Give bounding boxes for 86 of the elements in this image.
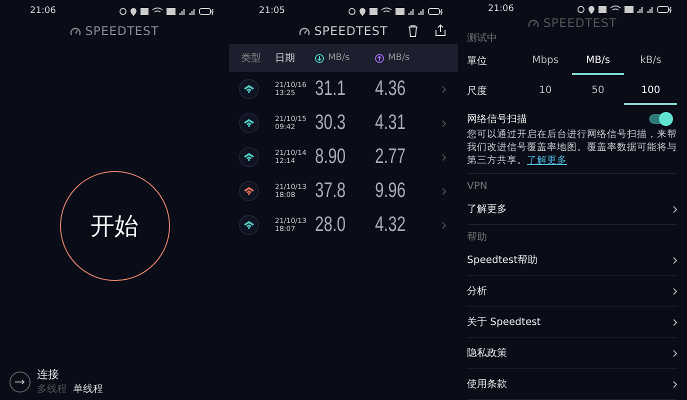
settings-item[interactable]: 了解更多 [467, 194, 677, 224]
unit-option[interactable]: MB/s [572, 48, 624, 74]
app-title: SPEEDTEST [314, 24, 388, 38]
gauge-icon [528, 18, 540, 28]
app-title: SPEEDTEST [543, 16, 617, 30]
scale-option[interactable]: 100 [624, 78, 678, 104]
unit-option[interactable]: kB/s [624, 48, 678, 74]
delete-icon[interactable] [408, 25, 418, 37]
battery-icon [657, 4, 673, 14]
item-label: Speedtest帮助 [467, 254, 538, 267]
signal-icon [408, 6, 415, 16]
chevron-icon [673, 350, 677, 356]
signal-icon [637, 4, 644, 14]
upload-speed: 9.96 [375, 179, 407, 203]
wifi-status-icon [381, 6, 392, 16]
scale-option[interactable]: 50 [572, 78, 624, 104]
section-label: VPN [467, 180, 488, 194]
setting-label: 网络信号扫描 [467, 112, 527, 126]
signal-icon [647, 4, 654, 14]
gauge-icon [299, 26, 310, 36]
chevron-icon [673, 380, 677, 388]
scale-option[interactable]: 10 [519, 78, 572, 104]
status-time: 21:06 [30, 6, 56, 16]
download-speed: 28.0 [315, 213, 347, 237]
scan-toggle[interactable] [649, 114, 671, 124]
location-icon [588, 4, 595, 14]
status-time: 21:05 [259, 6, 285, 16]
download-speed: 8.90 [315, 145, 347, 169]
alarm-icon [119, 6, 127, 16]
item-label: 了解更多 [467, 203, 507, 216]
location-icon [359, 6, 366, 16]
download-icon [315, 54, 324, 62]
download-speed: 30.3 [315, 111, 347, 135]
setting-label: 尺度 [467, 84, 488, 98]
section-label: 帮助 [467, 231, 488, 245]
alarm-icon [348, 6, 356, 16]
item-label: 隐私政策 [467, 347, 507, 360]
unit-option[interactable]: Mbps [519, 48, 572, 74]
upload-speed: 4.32 [375, 213, 407, 237]
chevron-icon[interactable] [442, 222, 446, 228]
column-header[interactable]: 日期 [275, 51, 315, 65]
chevron-icon[interactable] [442, 188, 446, 194]
connection-label: 连接 [37, 367, 60, 382]
upload-icon [375, 54, 384, 62]
item-label: 使用条款 [467, 378, 507, 391]
upload-speed: 4.36 [375, 77, 407, 101]
status-time: 21:06 [488, 4, 514, 14]
signal-icon [418, 6, 425, 16]
battery-icon [428, 6, 444, 16]
share-icon[interactable] [435, 24, 446, 36]
settings-item[interactable]: Speedtest帮助 [467, 245, 677, 275]
column-header[interactable]: MB/s [388, 53, 410, 63]
item-label: 分析 [467, 284, 487, 298]
alarm-icon [577, 4, 585, 14]
gauge-icon [70, 26, 82, 36]
chevron-icon [673, 318, 677, 326]
chevron-icon[interactable] [442, 120, 446, 126]
settings-item[interactable]: 关于 Speedtest [467, 306, 677, 337]
upload-speed: 4.31 [375, 111, 407, 135]
settings-item[interactable]: 使用条款 [467, 368, 677, 399]
download-speed: 31.1 [315, 77, 347, 101]
start-button[interactable]: 开始 [60, 170, 170, 280]
chevron-icon [673, 288, 677, 294]
upload-speed: 2.77 [375, 145, 407, 169]
chevron-icon [673, 206, 677, 212]
settings-item[interactable]: 分析 [467, 275, 677, 306]
column-header[interactable]: MB/s [328, 53, 350, 63]
setting-label: 單位 [467, 55, 488, 68]
battery-icon [199, 6, 215, 16]
chevron-icon[interactable] [442, 86, 446, 92]
scan-description: 您可以通过开启在后台进行网络信号扫描，来帮我们改进信号覆盖率地图。覆盖率数据可能将与第三方共享。了解更多 [467, 128, 677, 174]
download-speed: 37.8 [315, 179, 347, 203]
learn-more-link[interactable]: 了解更多 [527, 155, 567, 166]
chevron-icon [673, 256, 677, 264]
column-header[interactable]: 类型 [241, 51, 275, 65]
wifi-status-icon [610, 4, 621, 14]
item-label: 关于 Speedtest [467, 316, 541, 329]
location-icon [130, 6, 137, 16]
settings-item[interactable]: 隐私政策 [467, 337, 677, 368]
chevron-icon[interactable] [442, 154, 446, 160]
thread-mode-option[interactable]: 单线程 [73, 382, 103, 396]
signal-icon [179, 6, 186, 16]
section-label: 测试中 [467, 32, 498, 46]
wifi-status-icon [152, 6, 163, 16]
signal-icon [189, 6, 196, 16]
app-title: SPEEDTEST [85, 24, 159, 38]
